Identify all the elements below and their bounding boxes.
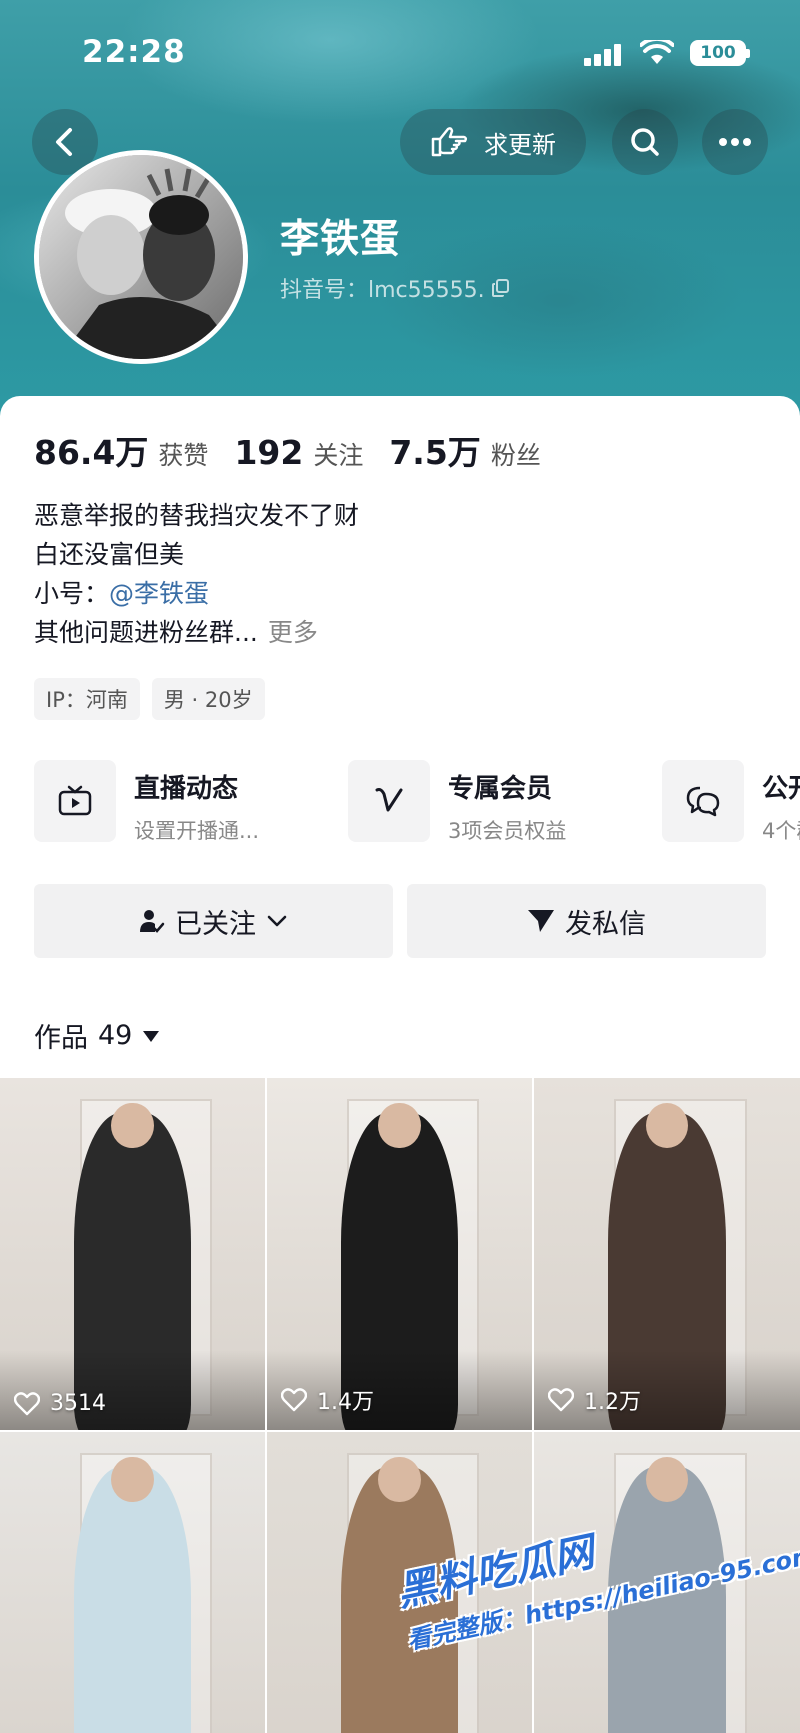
feature-membership[interactable]: 专属会员 3项会员权益 — [348, 760, 662, 845]
chevron-left-icon — [56, 128, 72, 156]
video-likes: 1.4万 — [281, 1384, 374, 1416]
stat-likes[interactable]: 86.4万 获赞 — [34, 426, 208, 474]
feature-title: 专属会员 — [448, 774, 553, 804]
status-bar: 22:28 100 — [0, 34, 800, 74]
tv-icon — [34, 760, 116, 842]
stat-value: 192 — [234, 433, 304, 472]
stat-value: 7.5万 — [389, 433, 481, 472]
copy-icon[interactable] — [491, 278, 511, 298]
thumbnail-subject-head — [111, 1102, 154, 1149]
thumbnail-subject-head — [378, 1456, 421, 1503]
thumbnail-subject-head — [111, 1456, 154, 1503]
search-icon — [631, 128, 659, 156]
stat-following[interactable]: 192 关注 — [234, 433, 363, 472]
heart-icon — [281, 1388, 307, 1412]
pointing-hand-icon — [431, 127, 468, 157]
bio-line: 其他问题进粉丝群... 更多 — [34, 613, 359, 652]
send-icon — [528, 910, 554, 932]
works-label: 作品 — [34, 1023, 88, 1054]
feature-subtitle: 设置开播通... — [134, 819, 260, 843]
bio-more-link[interactable]: 更多 — [268, 618, 318, 647]
chevron-down-icon — [267, 915, 287, 927]
douyin-id-text: 抖音号：lmc55555. — [280, 278, 485, 303]
works-count: 49 — [98, 1020, 133, 1051]
video-likes: 1.2万 — [548, 1384, 641, 1416]
thumbnail-shade — [0, 1350, 265, 1430]
mention-link[interactable]: @李铁蛋 — [109, 579, 209, 608]
v-icon — [348, 760, 430, 842]
cellular-signal-icon — [584, 44, 622, 66]
request-update-button[interactable]: 求更新 — [400, 109, 586, 175]
feature-public-groups[interactable]: 公开 4个群 — [662, 760, 800, 845]
bio-line: 恶意举报的替我挡灾发不了财 — [34, 501, 360, 530]
video-likes-count: 3514 — [50, 1391, 106, 1416]
bio-alt-account: 小号：@李铁蛋 — [34, 574, 359, 613]
feature-title: 公开 — [762, 774, 800, 804]
avatar-photo — [39, 155, 243, 359]
feature-row: 直播动态 设置开播通... 专属会员 3项会员权益 公 4个 — [34, 760, 800, 845]
nickname: 李铁蛋 — [280, 217, 401, 262]
works-tab[interactable]: 作品 49 — [34, 1016, 160, 1055]
video-likes-count: 1.2万 — [584, 1390, 641, 1415]
gender-age-tag: 男 · 20岁 — [151, 678, 265, 720]
more-horizontal-icon — [719, 138, 751, 146]
video-thumbnail[interactable]: 1.4万 — [267, 1078, 532, 1430]
video-thumbnail[interactable]: 3514 — [0, 1078, 265, 1430]
stat-value: 86.4万 — [34, 433, 149, 472]
stat-label: 粉丝 — [490, 441, 541, 470]
send-message-label: 发私信 — [565, 908, 646, 940]
bio-line: 白还没富但美 — [34, 540, 185, 569]
avatar[interactable] — [34, 150, 248, 364]
heart-icon — [14, 1391, 40, 1415]
stat-label: 关注 — [313, 441, 364, 470]
send-message-button[interactable]: 发私信 — [407, 884, 766, 958]
video-thumbnail[interactable] — [0, 1432, 265, 1733]
followed-button[interactable]: 已关注 — [34, 884, 393, 958]
thumbnail-subject-head — [378, 1102, 421, 1149]
feature-title: 直播动态 — [134, 774, 239, 804]
status-time: 22:28 — [82, 34, 186, 70]
search-button[interactable] — [612, 109, 678, 175]
feature-subtitle: 3项会员权益 — [448, 819, 567, 843]
video-thumbnail[interactable]: 1.2万 — [534, 1078, 800, 1430]
feature-live-updates[interactable]: 直播动态 设置开播通... — [34, 760, 348, 845]
battery-icon: 100 — [690, 40, 750, 66]
video-grid: 3514 1.4万 1.2万 — [0, 1078, 800, 1733]
bio-line-text: 其他问题进粉丝群... — [34, 618, 258, 647]
more-options-button[interactable] — [702, 109, 768, 175]
video-likes: 3514 — [14, 1391, 106, 1416]
profile-header: 22:28 100 求更新 李铁蛋 抖音号：lmc55555. — [0, 0, 800, 420]
bio: 恶意举报的替我挡灾发不了财 白还没富但美 小号：@李铁蛋 其他问题进粉丝群...… — [34, 496, 359, 652]
request-update-label: 求更新 — [484, 130, 556, 159]
heart-icon — [548, 1388, 574, 1412]
thumbnail-subject — [74, 1467, 191, 1733]
douyin-id[interactable]: 抖音号：lmc55555. — [280, 272, 511, 304]
chat-icon — [662, 760, 744, 842]
ip-location-tag: IP：河南 — [34, 678, 140, 720]
profile-tags: IP：河南 男 · 20岁 — [34, 678, 265, 720]
wifi-icon — [640, 40, 674, 64]
stat-followers[interactable]: 7.5万 粉丝 — [389, 426, 540, 474]
feature-subtitle: 4个群 — [762, 819, 800, 843]
bio-alt-prefix: 小号： — [34, 579, 110, 608]
caret-down-icon — [143, 1030, 160, 1042]
stat-label: 获赞 — [158, 441, 209, 470]
profile-stats: 86.4万 获赞 192 关注 7.5万 粉丝 — [34, 426, 541, 474]
user-check-icon — [140, 910, 165, 933]
followed-label: 已关注 — [175, 908, 256, 940]
video-likes-count: 1.4万 — [317, 1390, 374, 1415]
action-buttons: 已关注 发私信 — [34, 884, 766, 958]
